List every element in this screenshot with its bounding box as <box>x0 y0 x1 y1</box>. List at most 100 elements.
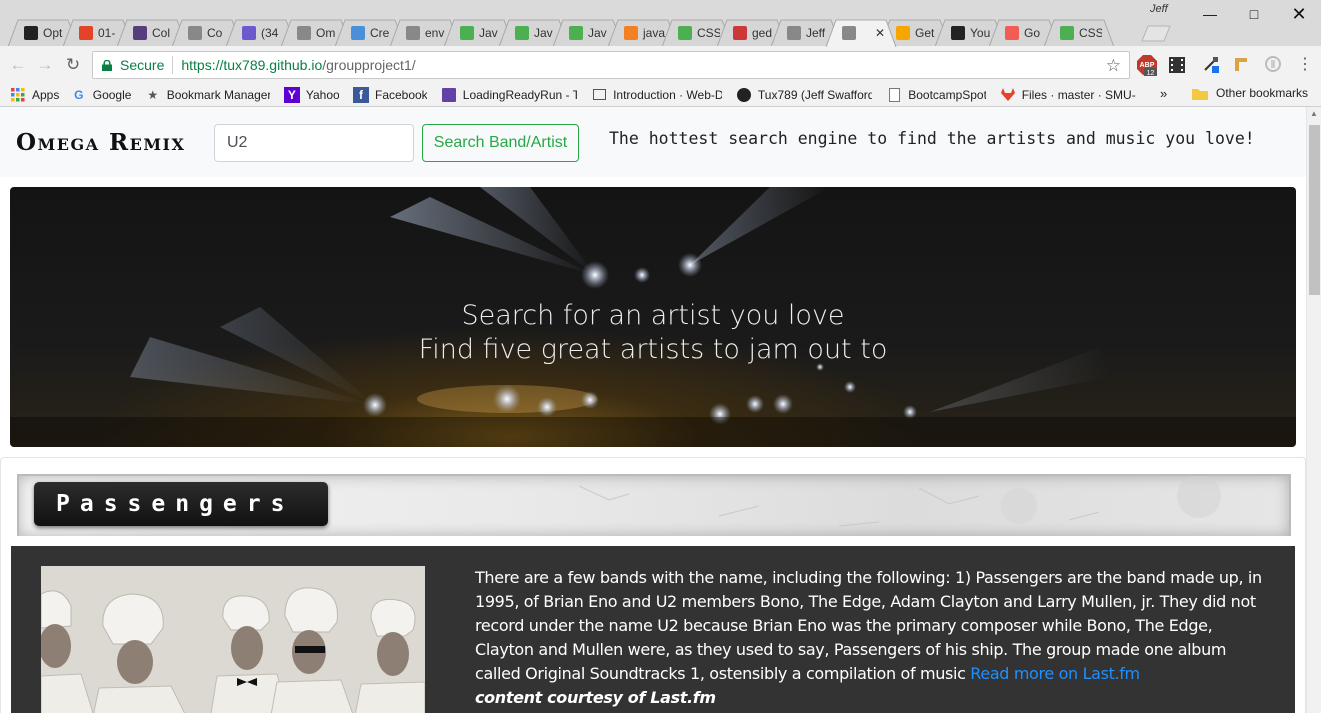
artist-search-input[interactable] <box>214 124 414 162</box>
bookmark-item[interactable]: Y Yahoo <box>283 86 339 103</box>
tab-title: (34 <box>261 25 279 40</box>
film-icon[interactable] <box>1166 54 1188 76</box>
bookmark-item[interactable]: f Facebook <box>352 86 427 103</box>
tab-title: java <box>643 25 666 40</box>
browser-tab-content[interactable]: env <box>402 19 448 46</box>
tab-title: Om <box>316 25 336 40</box>
adblock-icon[interactable]: ABP 12 <box>1136 54 1158 77</box>
forward-icon[interactable]: → <box>35 55 55 75</box>
github-icon <box>24 25 38 40</box>
tab-title: Cre <box>370 25 390 40</box>
f-icon <box>1005 25 1019 40</box>
tab-title: Jav <box>588 25 607 40</box>
browser-tab-content[interactable]: CSS <box>674 19 720 46</box>
minimize-icon[interactable]: — <box>1187 0 1233 28</box>
browser-tab-content[interactable]: Jav <box>511 19 557 46</box>
page-scrollbar[interactable]: ▲ <box>1306 107 1321 713</box>
scrollbar-thumb[interactable] <box>1309 125 1320 295</box>
coin-icon <box>896 25 910 40</box>
site-navbar: Omega Remix Search Band/Artist The hotte… <box>0 107 1306 177</box>
bookmark-star-icon[interactable]: ☆ <box>1106 56 1121 76</box>
yahoo-icon: Y <box>283 86 300 103</box>
lastfm-credit: content courtesy of Last.fm <box>475 688 716 707</box>
facebook-icon: f <box>352 86 369 103</box>
bookmark-item[interactable]: Tux789 (Jeff Swafford <box>736 87 872 103</box>
url-host: https://tux789.github.io <box>181 57 323 73</box>
address-bar[interactable]: Secure https://tux789.github.io/grouppro… <box>92 51 1130 79</box>
menu-kebab-icon[interactable]: ⋮ <box>1294 54 1316 76</box>
tab-title: env <box>425 25 445 40</box>
github-icon <box>736 87 752 103</box>
search-band-button[interactable]: Search Band/Artist <box>422 124 579 162</box>
book-icon <box>591 87 607 103</box>
profile-name[interactable]: Jeff <box>1150 3 1168 15</box>
close-tab-icon[interactable]: ✕ <box>875 26 884 40</box>
browser-tab-content[interactable]: ✕ <box>838 19 884 46</box>
lock-icon <box>102 59 112 71</box>
tab-title: 01- <box>98 25 116 40</box>
bookmark-item[interactable]: Introduction · Web-D <box>591 87 722 103</box>
tab-title: ged <box>752 25 773 40</box>
artist-result-card: Passengers There are a few bands with th… <box>0 457 1306 713</box>
band-photo <box>41 566 425 713</box>
page-viewport: Omega Remix Search Band/Artist The hotte… <box>0 107 1306 713</box>
browser-tab-strip: Opt 01- Col Co (34 Om Cre env Jav Jav Jav java CSS ge… <box>0 0 1321 47</box>
browser-tab-content[interactable]: You <box>947 19 993 46</box>
url-path: /groupproject1/ <box>322 57 416 73</box>
browser-tab-content[interactable]: Jeff <box>783 19 829 46</box>
bookmark-item[interactable]: ★ Bookmark Manager <box>145 87 270 103</box>
w3-icon <box>1060 25 1074 40</box>
browser-tab-content[interactable]: Cre <box>347 19 393 46</box>
site-brand[interactable]: Omega Remix <box>16 129 185 156</box>
back-icon[interactable]: ← <box>8 55 28 75</box>
bookmark-item[interactable]: BootcampSpot <box>886 87 986 103</box>
maximize-icon[interactable]: □ <box>1231 0 1277 28</box>
eyedropper-icon[interactable] <box>1200 54 1222 76</box>
browser-tab-content[interactable]: Jav <box>456 19 502 46</box>
browser-tab-content[interactable]: java <box>620 19 666 46</box>
adblock-count: 12 <box>1147 70 1155 76</box>
reload-icon[interactable]: ↻ <box>63 55 83 75</box>
tab-title: Jav <box>534 25 553 40</box>
bookmark-label: Yahoo <box>305 87 339 102</box>
scroll-up-icon[interactable]: ▲ <box>1310 109 1318 118</box>
bookmark-label: Tux789 (Jeff Swafford <box>757 87 873 102</box>
browser-tab-content[interactable]: Co <box>184 19 230 46</box>
hero-line-2: Find five great artists to jam out to <box>418 334 888 365</box>
tab-title: CSS <box>697 25 720 40</box>
other-bookmarks-folder[interactable]: Other bookmarks <box>1192 86 1308 100</box>
browser-tab-content[interactable]: Get <box>892 19 938 46</box>
browser-tab-content[interactable]: Om <box>293 19 339 46</box>
ruler-icon[interactable] <box>1230 54 1252 76</box>
band-name-plate: Passengers <box>34 482 328 526</box>
calendar-icon <box>351 25 365 40</box>
gitlab-icon <box>1000 87 1016 103</box>
omnibox-divider <box>172 56 174 74</box>
other-bookmarks-label: Other bookmarks <box>1216 86 1309 100</box>
browser-tab-content[interactable]: Opt <box>20 19 66 46</box>
browser-tab-content[interactable]: ged <box>729 19 775 46</box>
browser-tab-content[interactable]: 01- <box>75 19 121 46</box>
bookmark-item[interactable]: Apps <box>10 87 59 103</box>
browser-tab-content[interactable]: Jav <box>565 19 611 46</box>
browser-tab-content[interactable]: CSS <box>1056 19 1102 46</box>
bookmark-label: Apps <box>32 87 59 102</box>
bookmark-item[interactable]: LoadingReadyRun - T <box>441 87 577 103</box>
page-icon <box>886 87 902 103</box>
bookmark-item[interactable]: G Google <box>71 87 131 103</box>
new-tab-button[interactable] <box>1140 19 1172 46</box>
browser-tab-content[interactable]: (34 <box>238 19 284 46</box>
bookmark-label: BootcampSpot <box>908 87 986 102</box>
page-icon <box>406 25 420 40</box>
browser-tab-content[interactable]: Col <box>129 19 175 46</box>
browser-tab-content[interactable]: Go <box>1001 19 1047 46</box>
close-window-icon[interactable]: ✕ <box>1276 0 1321 28</box>
page-icon <box>787 25 801 40</box>
read-more-lastfm-link[interactable]: Read more on Last.fm <box>970 664 1140 683</box>
tab-title: Jav <box>479 25 498 40</box>
extension-circle-icon[interactable] <box>1262 54 1284 76</box>
bookmark-item[interactable]: Files · master · SMU-C <box>1000 87 1136 103</box>
bookmarks-overflow-button[interactable]: » <box>1160 86 1167 101</box>
mail-icon <box>242 25 256 40</box>
bookmark-label: Google <box>92 87 131 102</box>
